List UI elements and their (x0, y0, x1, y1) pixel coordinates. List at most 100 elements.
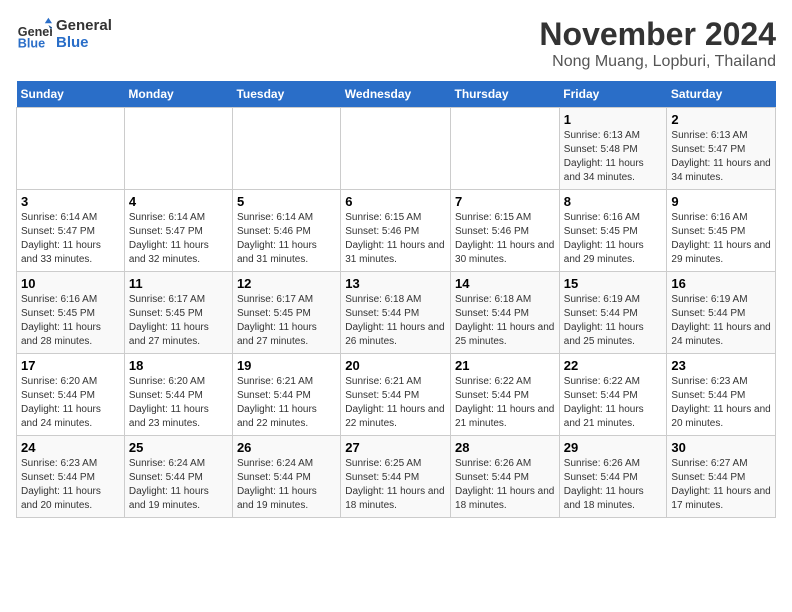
day-number: 9 (671, 194, 771, 209)
header: General Blue General Blue November 2024 … (16, 16, 776, 71)
day-info: Sunrise: 6:21 AMSunset: 5:44 PMDaylight:… (345, 375, 446, 431)
calendar-cell: 6 Sunrise: 6:15 AMSunset: 5:46 PMDaylight… (341, 190, 451, 272)
calendar-cell: 23Sunrise: 6:23 AMSunset: 5:44 PMDayligh… (667, 354, 776, 436)
day-number: 11 (129, 276, 228, 291)
logo-icon: General Blue (16, 16, 52, 52)
day-info: Sunrise: 6:21 AMSunset: 5:44 PMDaylight:… (237, 375, 336, 431)
day-number: 24 (21, 440, 120, 455)
calendar-cell: 19 Sunrise: 6:21 AMSunset: 5:44 PMDayligh… (232, 354, 340, 436)
day-info: Sunrise: 6:15 AMSunset: 5:46 PMDaylight:… (345, 211, 446, 267)
title-block: November 2024 Nong Muang, Lopburi, Thail… (539, 16, 776, 71)
calendar-cell: 20 Sunrise: 6:21 AMSunset: 5:44 PMDayligh… (341, 354, 451, 436)
day-number: 27 (345, 440, 446, 455)
day-number: 7 (455, 194, 555, 209)
day-number: 21 (455, 358, 555, 373)
day-info: Sunrise: 6:23 AMSunset: 5:44 PMDaylight:… (21, 457, 120, 513)
logo-line1: General (56, 17, 112, 34)
calendar-cell: 1 Sunrise: 6:13 AMSunset: 5:48 PMDaylight… (559, 108, 667, 190)
day-number: 17 (21, 358, 120, 373)
day-info: Sunrise: 6:17 AMSunset: 5:45 PMDaylight:… (129, 293, 228, 349)
logo-line2: Blue (56, 34, 112, 51)
header-monday: Monday (124, 81, 232, 108)
day-number: 10 (21, 276, 120, 291)
day-info: Sunrise: 6:22 AMSunset: 5:44 PMDaylight:… (455, 375, 555, 431)
day-number: 2 (671, 112, 771, 127)
calendar-cell: 18Sunrise: 6:20 AMSunset: 5:44 PMDayligh… (124, 354, 232, 436)
calendar-cell: 10 Sunrise: 6:16 AMSunset: 5:45 PMDayligh… (17, 272, 125, 354)
day-number: 19 (237, 358, 336, 373)
day-info: Sunrise: 6:25 AMSunset: 5:44 PMDaylight:… (345, 457, 446, 513)
day-info: Sunrise: 6:17 AMSunset: 5:45 PMDaylight:… (237, 293, 336, 349)
day-number: 29 (564, 440, 663, 455)
day-info: Sunrise: 6:19 AMSunset: 5:44 PMDaylight:… (671, 293, 771, 349)
calendar-cell: 17 Sunrise: 6:20 AMSunset: 5:44 PMDayligh… (17, 354, 125, 436)
calendar-header: SundayMondayTuesdayWednesdayThursdayFrid… (17, 81, 776, 108)
calendar-cell (232, 108, 340, 190)
calendar-cell: 7 Sunrise: 6:15 AMSunset: 5:46 PMDaylight… (451, 190, 560, 272)
day-info: Sunrise: 6:14 AMSunset: 5:46 PMDaylight:… (237, 211, 336, 267)
day-number: 23 (671, 358, 771, 373)
week-row-1: 3 Sunrise: 6:14 AMSunset: 5:47 PMDaylight… (17, 190, 776, 272)
calendar-body: 1 Sunrise: 6:13 AMSunset: 5:48 PMDaylight… (17, 108, 776, 518)
week-row-3: 17 Sunrise: 6:20 AMSunset: 5:44 PMDayligh… (17, 354, 776, 436)
day-number: 13 (345, 276, 446, 291)
calendar-cell (124, 108, 232, 190)
calendar-cell: 28 Sunrise: 6:26 AMSunset: 5:44 PMDayligh… (451, 436, 560, 518)
day-info: Sunrise: 6:18 AMSunset: 5:44 PMDaylight:… (455, 293, 555, 349)
day-number: 22 (564, 358, 663, 373)
day-number: 18 (129, 358, 228, 373)
calendar-cell: 13Sunrise: 6:18 AMSunset: 5:44 PMDayligh… (341, 272, 451, 354)
page-subtitle: Nong Muang, Lopburi, Thailand (539, 53, 776, 71)
day-info: Sunrise: 6:27 AMSunset: 5:44 PMDaylight:… (671, 457, 771, 513)
calendar-cell: 16Sunrise: 6:19 AMSunset: 5:44 PMDayligh… (667, 272, 776, 354)
logo: General Blue General Blue (16, 16, 112, 52)
calendar-cell: 22Sunrise: 6:22 AMSunset: 5:44 PMDayligh… (559, 354, 667, 436)
day-number: 1 (564, 112, 663, 127)
day-number: 6 (345, 194, 446, 209)
day-info: Sunrise: 6:13 AMSunset: 5:48 PMDaylight:… (564, 129, 663, 185)
week-row-4: 24 Sunrise: 6:23 AMSunset: 5:44 PMDayligh… (17, 436, 776, 518)
day-info: Sunrise: 6:26 AMSunset: 5:44 PMDaylight:… (455, 457, 555, 513)
calendar-cell (341, 108, 451, 190)
header-wednesday: Wednesday (341, 81, 451, 108)
week-row-2: 10 Sunrise: 6:16 AMSunset: 5:45 PMDayligh… (17, 272, 776, 354)
day-info: Sunrise: 6:24 AMSunset: 5:44 PMDaylight:… (129, 457, 228, 513)
day-number: 20 (345, 358, 446, 373)
calendar-cell: 2 Sunrise: 6:13 AMSunset: 5:47 PMDaylight… (667, 108, 776, 190)
calendar-cell: 11 Sunrise: 6:17 AMSunset: 5:45 PMDayligh… (124, 272, 232, 354)
day-number: 8 (564, 194, 663, 209)
day-number: 26 (237, 440, 336, 455)
day-info: Sunrise: 6:16 AMSunset: 5:45 PMDaylight:… (671, 211, 771, 267)
calendar-cell: 24 Sunrise: 6:23 AMSunset: 5:44 PMDayligh… (17, 436, 125, 518)
header-tuesday: Tuesday (232, 81, 340, 108)
calendar-cell: 5 Sunrise: 6:14 AMSunset: 5:46 PMDaylight… (232, 190, 340, 272)
day-number: 30 (671, 440, 771, 455)
day-number: 15 (564, 276, 663, 291)
day-info: Sunrise: 6:15 AMSunset: 5:46 PMDaylight:… (455, 211, 555, 267)
day-number: 3 (21, 194, 120, 209)
header-saturday: Saturday (667, 81, 776, 108)
day-info: Sunrise: 6:20 AMSunset: 5:44 PMDaylight:… (21, 375, 120, 431)
calendar-cell: 27 Sunrise: 6:25 AMSunset: 5:44 PMDayligh… (341, 436, 451, 518)
day-info: Sunrise: 6:13 AMSunset: 5:47 PMDaylight:… (671, 129, 771, 185)
calendar-cell (451, 108, 560, 190)
day-number: 25 (129, 440, 228, 455)
calendar-cell: 4 Sunrise: 6:14 AMSunset: 5:47 PMDaylight… (124, 190, 232, 272)
page-title: November 2024 (539, 16, 776, 53)
week-row-0: 1 Sunrise: 6:13 AMSunset: 5:48 PMDaylight… (17, 108, 776, 190)
day-info: Sunrise: 6:16 AMSunset: 5:45 PMDaylight:… (564, 211, 663, 267)
day-number: 4 (129, 194, 228, 209)
header-friday: Friday (559, 81, 667, 108)
calendar-cell: 12Sunrise: 6:17 AMSunset: 5:45 PMDayligh… (232, 272, 340, 354)
calendar-cell: 9 Sunrise: 6:16 AMSunset: 5:45 PMDaylight… (667, 190, 776, 272)
day-number: 28 (455, 440, 555, 455)
calendar-cell: 15Sunrise: 6:19 AMSunset: 5:44 PMDayligh… (559, 272, 667, 354)
day-info: Sunrise: 6:16 AMSunset: 5:45 PMDaylight:… (21, 293, 120, 349)
calendar-cell: 3Sunrise: 6:14 AMSunset: 5:47 PMDaylight… (17, 190, 125, 272)
day-number: 5 (237, 194, 336, 209)
calendar-cell: 14Sunrise: 6:18 AMSunset: 5:44 PMDayligh… (451, 272, 560, 354)
day-info: Sunrise: 6:14 AMSunset: 5:47 PMDaylight:… (129, 211, 228, 267)
svg-text:Blue: Blue (18, 37, 45, 51)
header-thursday: Thursday (451, 81, 560, 108)
header-sunday: Sunday (17, 81, 125, 108)
